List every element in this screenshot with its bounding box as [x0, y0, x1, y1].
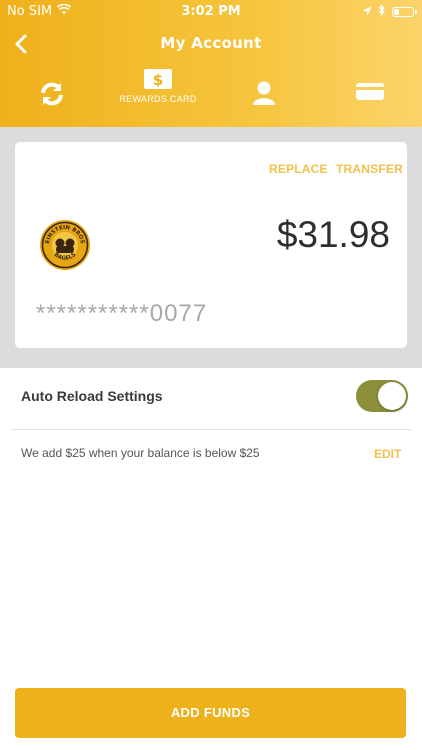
einstein-bros-logo: EINSTEIN BROS BAGELS: [40, 220, 90, 270]
tab-rewards-card[interactable]: $ REWARDS CARD: [118, 68, 198, 122]
card-number: ***********0077: [36, 300, 208, 327]
status-bar: No SIM 3:02 PM: [0, 0, 422, 22]
tab-profile[interactable]: [224, 80, 304, 134]
tab-rewards-card-label: REWARDS CARD: [119, 94, 197, 104]
card-balance: $31.98: [276, 214, 390, 255]
bluetooth-icon: [378, 3, 386, 20]
dollar-card-icon: $: [144, 69, 172, 89]
edit-button[interactable]: EDIT: [374, 447, 401, 461]
transfer-button[interactable]: TRANSFER: [336, 162, 403, 176]
status-time: 3:02 PM: [181, 4, 241, 19]
tab-payment[interactable]: [330, 80, 410, 134]
auto-reload-description: We add $25 when your balance is below $2…: [21, 446, 260, 460]
divider: [11, 429, 412, 430]
battery-icon: [392, 7, 417, 17]
replace-button[interactable]: REPLACE: [269, 162, 328, 176]
page-title: My Account: [160, 34, 262, 52]
add-funds-button[interactable]: ADD FUNDS: [15, 688, 406, 738]
reload-icon: [41, 82, 63, 106]
auto-reload-label: Auto Reload Settings: [21, 388, 163, 404]
credit-card-icon: [356, 83, 384, 100]
svg-text:$: $: [153, 71, 163, 89]
auto-reload-row: Auto Reload Settings: [0, 368, 422, 428]
header: No SIM 3:02 PM My Account $ REWARDS CARD: [0, 0, 422, 127]
profile-icon: [253, 81, 275, 105]
auto-reload-toggle[interactable]: [356, 380, 408, 412]
toggle-knob: [378, 382, 406, 410]
rewards-card: REPLACE TRANSFER EINSTEIN BROS BAGELS $3…: [15, 142, 407, 348]
card-area: REPLACE TRANSFER EINSTEIN BROS BAGELS $3…: [0, 127, 422, 368]
location-arrow-icon: [362, 5, 372, 20]
tab-reload[interactable]: [12, 80, 92, 134]
